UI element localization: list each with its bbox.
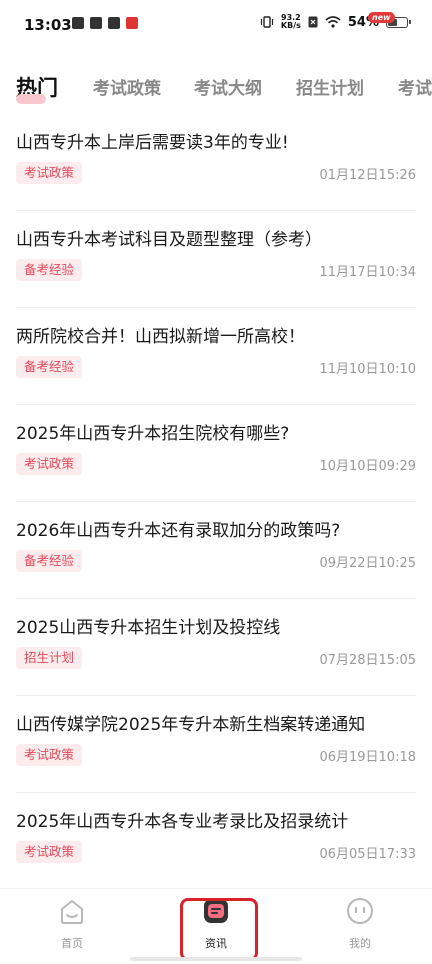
network-speed: 93.2 KB/s [281,14,301,30]
article-tag: 招生计划 [16,647,83,669]
mail-notification-icon [108,17,120,29]
article-tag: 考试政策 [16,162,83,184]
home-icon [56,895,88,927]
status-bar: 13:03 93.2 KB/s 54% [0,0,432,50]
article-date: 06月05日17:33 [319,847,416,862]
list-item[interactable]: 2025年山西专升本招生院校有哪些? 考试政策 10月10日09:29 [16,405,416,502]
list-item[interactable]: 山西专升本考试科目及题型整理（参考） 备考经验 11月17日10:34 [16,211,416,308]
home-indicator[interactable] [130,957,302,961]
tab-exam-policy[interactable]: 考试政策 [93,74,161,99]
active-tab-indicator [16,94,46,104]
article-title: 2025山西专升本招生计划及投控线 [16,618,281,638]
tab-enrollment-plan[interactable]: 招生计划 [296,74,364,99]
network-speed-unit: KB/s [280,21,301,30]
nav-me[interactable]: 我的 [320,895,400,951]
list-item[interactable]: 山西专升本上岸后需要读3年的专业! 考试政策 01月12日15:26 [16,114,416,211]
article-date: 07月28日15:05 [319,653,416,668]
list-item[interactable]: 2025年山西专升本各专业考录比及招录统计 考试政策 06月05日17:33 [16,793,416,890]
article-title: 山西传媒学院2025年专升本新生档案转递通知 [16,715,366,735]
article-date: 06月19日10:18 [319,750,416,765]
article-date: 09月22日10:25 [319,556,416,571]
vibrate-icon [260,16,273,28]
play-notification-icon [90,17,102,29]
profile-icon [344,895,376,927]
wifi-icon [325,16,341,28]
nav-home[interactable]: 首页 [32,895,112,951]
article-title: 2026年山西专升本还有录取加分的政策吗? [16,521,341,541]
article-title: 2025年山西专升本各专业考录比及招录统计 [16,812,349,832]
notification-icons [72,17,138,29]
article-date: 11月17日10:34 [319,265,416,280]
article-tag: 考试政策 [16,744,83,766]
sim-icon [308,16,318,28]
nav-news[interactable]: 资讯 [176,895,256,951]
nav-home-label: 首页 [61,937,83,950]
list-item[interactable]: 山西传媒学院2025年专升本新生档案转递通知 考试政策 06月19日10:18 [16,696,416,793]
nav-me-label: 我的 [349,937,371,950]
article-date: 10月10日09:29 [319,459,416,474]
tab-exam-syllabus[interactable]: 考试大纲 [194,74,262,99]
bottom-nav: 首页 资讯 我的 [0,888,432,964]
article-date: 11月10日10:10 [319,362,416,377]
article-tag: 备考经验 [16,356,83,378]
status-time: 13:03 [24,16,72,34]
shop-notification-icon [126,17,138,29]
article-title: 两所院校合并！山西拟新增一所高校！ [16,327,305,347]
article-tag: 考试政策 [16,841,83,863]
article-title: 山西专升本上岸后需要读3年的专业! [16,133,289,153]
app-notification-icon [72,17,84,29]
category-tabs: 热门 考试政策 考试大纲 招生计划 考试 [0,60,432,116]
nav-news-label: 资讯 [205,937,227,950]
article-date: 01月12日15:26 [319,168,416,183]
list-item[interactable]: 2026年山西专升本还有录取加分的政策吗? 备考经验 09月22日10:25 [16,502,416,599]
article-title: 2025年山西专升本招生院校有哪些? [16,424,290,444]
new-badge: new [368,12,395,23]
article-tag: 考试政策 [16,453,83,475]
list-item[interactable]: 两所院校合并！山西拟新增一所高校！ 备考经验 11月10日10:10 [16,308,416,405]
article-tag: 备考经验 [16,550,83,572]
list-item[interactable]: 2025山西专升本招生计划及投控线 招生计划 07月28日15:05 [16,599,416,696]
article-title: 山西专升本考试科目及题型整理（参考） [16,230,322,250]
tab-exam[interactable]: 考试 [398,74,432,99]
news-icon [200,895,232,927]
article-tag: 备考经验 [16,259,83,281]
